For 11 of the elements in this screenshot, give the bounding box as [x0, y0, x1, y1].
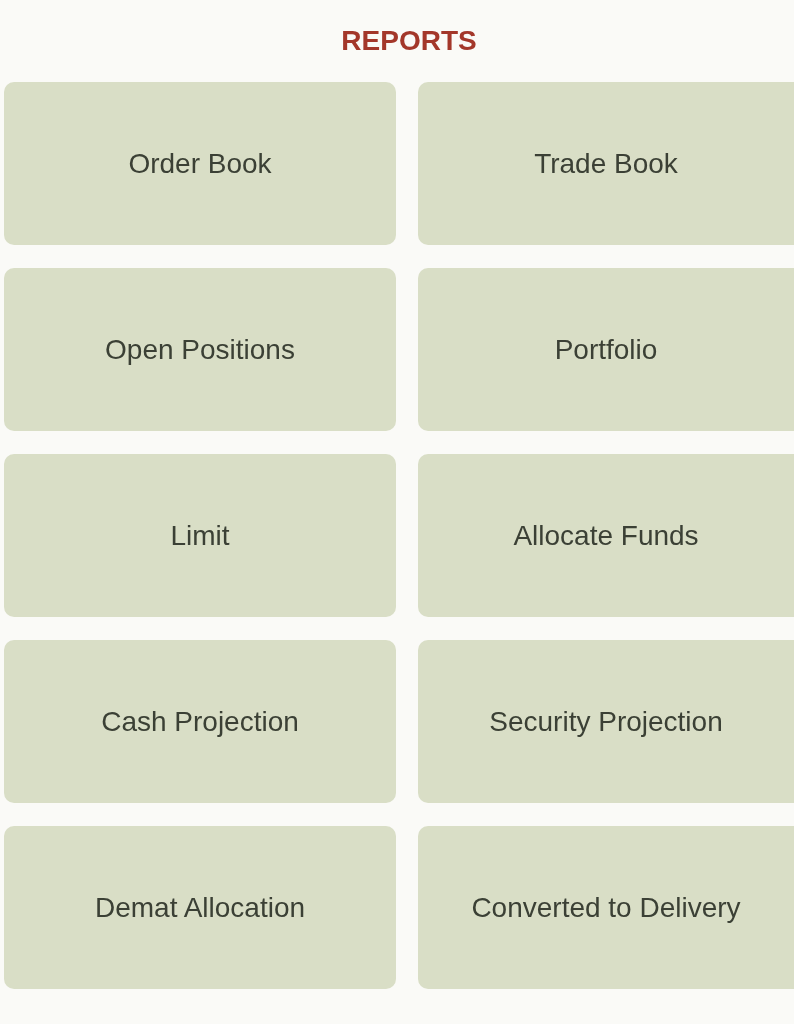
- report-tile[interactable]: Trade Book: [418, 82, 794, 245]
- report-tile[interactable]: Demat Allocation: [4, 826, 396, 989]
- report-tile[interactable]: Limit: [4, 454, 396, 617]
- report-tile[interactable]: Portfolio: [418, 268, 794, 431]
- page-title: REPORTS: [341, 25, 477, 57]
- report-tile[interactable]: Open Positions: [4, 268, 396, 431]
- report-tile[interactable]: Converted to Delivery: [418, 826, 794, 989]
- report-tile[interactable]: Security Projection: [418, 640, 794, 803]
- report-tile[interactable]: Order Book: [4, 82, 396, 245]
- report-tile[interactable]: Cash Projection: [4, 640, 396, 803]
- report-tile[interactable]: Allocate Funds: [418, 454, 794, 617]
